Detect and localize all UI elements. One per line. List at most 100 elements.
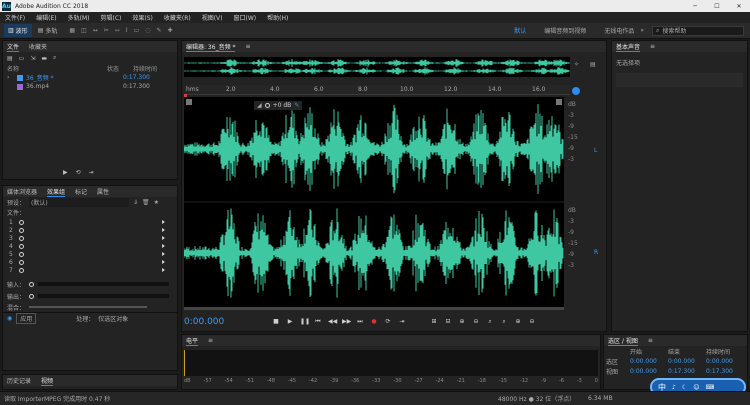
play-icon[interactable]: ▶ [63, 169, 68, 176]
fade-out-handle[interactable] [556, 99, 562, 105]
moon-icon[interactable]: ☾ [682, 384, 687, 391]
move-tool-icon[interactable]: ↔ [93, 27, 98, 34]
output-knob[interactable] [29, 293, 35, 299]
effect-slot[interactable]: 4 [3, 242, 177, 250]
timecode[interactable]: 0:00.000 [184, 317, 272, 327]
slot-menu-icon[interactable] [162, 268, 165, 272]
channel-r-button[interactable]: R [594, 249, 598, 256]
fade-in-handle[interactable] [186, 99, 192, 105]
power-icon[interactable] [19, 243, 24, 249]
search-help[interactable]: ⌕ 搜索帮助 [652, 25, 744, 36]
open-file-icon[interactable]: ▭ [19, 55, 25, 62]
menu-window[interactable]: 窗口(W) [234, 13, 257, 22]
selection-start[interactable]: 0:00.000 [630, 358, 668, 365]
healing-icon[interactable]: ✚ [168, 27, 173, 34]
workspace-default[interactable]: 默认 [514, 26, 526, 35]
tab-markers[interactable]: 标记 [75, 187, 87, 196]
waveform-display[interactable]: ◢ +0 dB ✎ [184, 97, 564, 307]
slot-menu-icon[interactable] [162, 260, 165, 264]
expand-icon[interactable]: › [7, 74, 17, 81]
fast-forward-button[interactable]: ▶▶ [342, 318, 351, 326]
razor-tool-icon[interactable]: ✂ [104, 27, 109, 34]
import-icon[interactable]: ⇲ [30, 55, 35, 62]
lasso-icon[interactable]: ◌ [145, 27, 150, 34]
record-button[interactable]: ● [370, 318, 378, 326]
power-icon[interactable] [19, 251, 24, 257]
rewind-button[interactable]: ◀◀ [328, 318, 337, 326]
col-name[interactable]: 名称 [7, 64, 107, 73]
menu-help[interactable]: 帮助(H) [267, 13, 288, 22]
menu-edit[interactable]: 编辑(E) [36, 13, 56, 22]
menu-clip[interactable]: 剪辑(C) [100, 13, 121, 22]
zoom-overview-icon[interactable]: ✧ [574, 61, 579, 68]
preset-select[interactable]: (默认) [29, 198, 130, 207]
zoom-in-time-icon[interactable]: ⊕ [458, 318, 466, 326]
zoom-full-icon[interactable]: ⌕ [486, 318, 494, 326]
marquee-icon[interactable]: ▭ [134, 27, 140, 34]
horizontal-scrollbar[interactable] [184, 307, 564, 310]
menu-favorites[interactable]: 收藏夹(R) [164, 13, 191, 22]
effect-slot[interactable]: 1 [3, 218, 177, 226]
skip-button[interactable]: ⇥ [398, 318, 406, 326]
spectral-icon[interactable]: ▦ [69, 27, 75, 34]
tab-video[interactable]: 视频 [41, 376, 54, 386]
trash-icon[interactable]: 🗑 [142, 199, 150, 206]
loop-icon[interactable]: ⟲ [76, 169, 81, 176]
brush-icon[interactable]: ✎ [157, 27, 162, 34]
power-icon[interactable] [19, 227, 24, 233]
slip-tool-icon[interactable]: ⇿ [115, 27, 120, 34]
power-icon[interactable]: ◉ [7, 315, 12, 322]
hud[interactable]: ◢ +0 dB ✎ [254, 101, 303, 110]
hud-pin-icon[interactable]: ✎ [294, 102, 299, 109]
selection-end[interactable]: 0:00.000 [668, 358, 706, 365]
panel-menu-icon[interactable]: ≡ [208, 337, 213, 344]
input-knob[interactable] [29, 281, 35, 287]
tab-files[interactable]: 文件 [7, 42, 20, 52]
volume-knob[interactable] [264, 103, 270, 108]
view-start[interactable]: 0:00.000 [630, 368, 668, 375]
slot-menu-icon[interactable] [162, 220, 165, 224]
list-item[interactable]: 36.mp4 0:17.300 [3, 82, 177, 91]
time-ruler[interactable]: hms 2.0 4.0 6.0 8.0 10.0 12.0 14.0 16.0 [184, 85, 570, 95]
pitch-icon[interactable]: ◫ [81, 27, 87, 34]
workspace-more-icon[interactable]: » [640, 27, 644, 34]
slot-menu-icon[interactable] [162, 252, 165, 256]
menu-view[interactable]: 视图(V) [202, 13, 223, 22]
slot-menu-icon[interactable] [162, 228, 165, 232]
process-select[interactable]: 仅选区对象 [98, 314, 128, 323]
effect-slot[interactable]: 2 [3, 226, 177, 234]
delete-icon[interactable]: ▬ [41, 55, 47, 62]
keyboard-icon[interactable]: ⌨ [706, 384, 715, 391]
search-icon[interactable]: ⌕ [53, 54, 56, 62]
list-item[interactable]: › 36_音频 * 0:17.300 [3, 73, 177, 82]
stop-button[interactable]: ■ [272, 318, 280, 326]
power-icon[interactable] [19, 235, 24, 241]
favorite-icon[interactable]: ★ [154, 199, 159, 206]
search-input[interactable]: 搜索帮助 [662, 26, 686, 35]
workspace-edit-video[interactable]: 编辑音频到视频 [544, 26, 586, 35]
slot-menu-icon[interactable] [162, 244, 165, 248]
maximize-button[interactable]: ☐ [706, 3, 728, 10]
effect-slot[interactable]: 6 [3, 258, 177, 266]
power-icon[interactable] [19, 219, 24, 225]
effect-slot[interactable]: 3 [3, 234, 177, 242]
effect-slot[interactable]: 7 [3, 266, 177, 274]
waveform-view-button[interactable]: ▥ 波形 [4, 24, 32, 37]
tab-selection-view[interactable]: 选区 / 视图 [608, 336, 638, 346]
minimize-button[interactable]: ─ [684, 3, 706, 10]
go-to-end-button[interactable]: ⏭ [356, 318, 364, 326]
close-button[interactable]: ✕ [728, 3, 750, 10]
view-end[interactable]: 0:17.300 [668, 368, 706, 375]
zoom-in-amplitude-icon[interactable]: ⊞ [430, 318, 438, 326]
multitrack-view-button[interactable]: ▤ 多轨 [38, 26, 58, 35]
zoom-out-time-icon[interactable]: ⊖ [472, 318, 480, 326]
menu-effects[interactable]: 效果(S) [132, 13, 153, 22]
effect-slot[interactable]: 5 [3, 250, 177, 258]
mixer-tab-icon[interactable]: ≡ [245, 43, 250, 50]
tab-essential-sound[interactable]: 基本声音 [616, 42, 641, 52]
slot-menu-icon[interactable] [162, 236, 165, 240]
zoom-out-icon[interactable]: ⊖ [528, 318, 536, 326]
menu-file[interactable]: 文件(F) [5, 13, 25, 22]
tab-favorites[interactable]: 收藏夹 [29, 42, 47, 51]
panel-menu-icon[interactable]: ≡ [648, 337, 653, 344]
